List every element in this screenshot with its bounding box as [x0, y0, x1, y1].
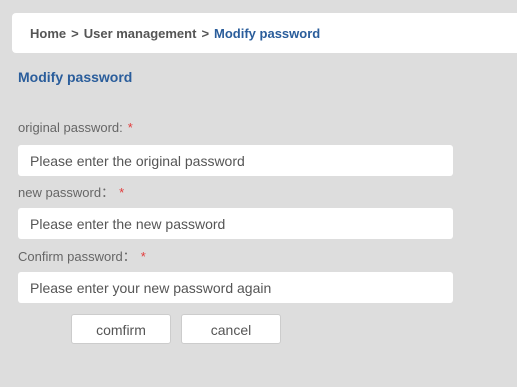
original-password-input[interactable]	[18, 145, 453, 176]
breadcrumb: Home > User management > Modify password	[12, 13, 517, 53]
breadcrumb-home[interactable]: Home	[30, 26, 66, 41]
breadcrumb-current: Modify password	[214, 25, 321, 41]
breadcrumb-separator: >	[201, 25, 210, 41]
original-password-label: original password: *	[18, 120, 133, 135]
confirm-password-label-text: Confirm password：	[18, 249, 136, 264]
confirm-button[interactable]: comfirm	[71, 314, 171, 344]
confirm-password-input[interactable]	[18, 272, 453, 303]
breadcrumb-user-management[interactable]: User management	[84, 26, 197, 41]
required-marker: *	[127, 120, 133, 135]
confirm-password-label: Confirm password： *	[18, 246, 146, 265]
required-marker: *	[140, 249, 146, 264]
cancel-button[interactable]: cancel	[181, 314, 281, 344]
new-password-label: new password： *	[18, 182, 124, 201]
breadcrumb-separator: >	[71, 25, 79, 41]
original-password-label-text: original password:	[18, 120, 123, 135]
page-title: Modify password	[18, 69, 133, 85]
required-marker: *	[119, 185, 125, 200]
new-password-label-text: new password：	[18, 185, 115, 200]
new-password-input[interactable]	[18, 208, 453, 239]
